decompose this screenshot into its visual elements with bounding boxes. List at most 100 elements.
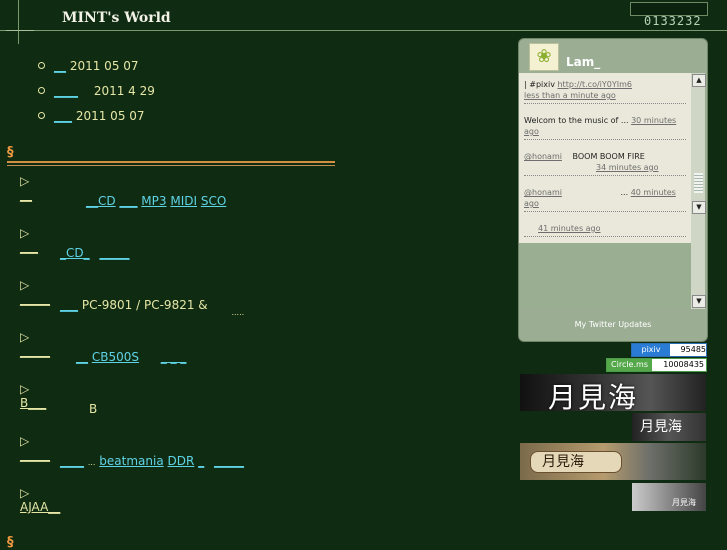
twitter-username[interactable]: Lam_ <box>566 55 600 69</box>
access-counter: 0133232 <box>644 14 702 28</box>
tweet-time[interactable]: 41 minutes ago <box>538 224 601 233</box>
scroll-up-icon[interactable]: ▲ <box>692 74 706 87</box>
banner-image[interactable]: 月見海 <box>632 483 706 511</box>
menu-item[interactable]: ▷B___ <box>20 382 46 410</box>
circlems-count: 10008435 <box>663 360 704 369</box>
circlems-label: Circle.ms <box>607 359 652 371</box>
tweet-text: Welcom to the music of ... <box>524 116 629 125</box>
submenu-dots: ..... <box>231 308 245 317</box>
submenu-link[interactable]: __CD <box>86 194 116 208</box>
tweet-list: | #pixiv http://t.co/iY0YIm6 less than a… <box>519 73 691 243</box>
section-divider <box>7 161 335 163</box>
menu-item-label[interactable]: _____ <box>20 344 50 358</box>
submenu-link[interactable]: MP3 <box>141 194 166 208</box>
submenu-link[interactable]: _CD_ <box>60 246 90 260</box>
submenu-link[interactable]: beatmania <box>99 454 163 468</box>
banner-image[interactable]: 月見海 <box>520 443 706 480</box>
menu-item-label[interactable]: _____ <box>20 292 50 306</box>
tweet-time[interactable]: less than a minute ago <box>524 91 616 100</box>
submenu-link[interactable]: MIDI <box>170 194 197 208</box>
submenu-row: _CD_ _____ <box>60 246 129 260</box>
triangle-icon: ▷ <box>20 434 30 448</box>
header-rule-cross <box>6 30 34 31</box>
banner-image[interactable]: 月見海 <box>632 413 706 441</box>
avatar[interactable]: ❀ <box>529 43 559 71</box>
menu-item-label[interactable]: AJAA__ <box>20 500 60 514</box>
menu-item-label[interactable]: __ <box>20 188 32 202</box>
pixiv-badge[interactable]: pixiv 95485 <box>631 343 707 357</box>
submenu-link[interactable]: _____ <box>214 454 244 468</box>
scroll-thumb[interactable] <box>694 173 703 193</box>
menu-item[interactable]: ▷_____ <box>20 330 50 358</box>
twitter-header: ❀ Lam_ <box>519 39 707 73</box>
header-rule <box>0 30 727 31</box>
submenu-row: ___ PC-9801 / PC-9821 & ..... <box>60 298 244 317</box>
submenu-link[interactable]: SCO <box>201 194 226 208</box>
scroll-down-icon[interactable]: ▼ <box>692 201 706 214</box>
triangle-icon: ▷ <box>20 330 30 344</box>
tweet-item: @honami BOOM BOOM FIRE 34 minutes ago <box>524 151 686 176</box>
menu-item[interactable]: ▷AJAA__ <box>20 486 60 514</box>
menu-item[interactable]: ▷__ <box>20 174 34 202</box>
menu-item-label[interactable]: B___ <box>20 396 46 410</box>
twitter-lower-area <box>519 243 691 309</box>
tweet-text: BOOM BOOM FIRE <box>572 152 645 161</box>
news-item: ____ 2011 4 29 <box>38 81 155 106</box>
circlems-badge[interactable]: Circle.ms 10008435 <box>606 358 707 372</box>
menu-item-label[interactable]: _____ <box>20 448 50 462</box>
pixiv-count: 95485 <box>680 345 706 354</box>
banner-title: 月見海 <box>640 419 682 435</box>
submenu-text: PC-9801 / PC-9821 & <box>81 298 208 312</box>
submenu-link[interactable]: _____ <box>99 246 129 260</box>
tweet-item: | #pixiv http://t.co/iY0YIm6 less than a… <box>524 79 686 104</box>
banner-image[interactable]: 月見海 <box>520 374 706 411</box>
tweet-item: @honami ... 40 minutes ago <box>524 187 686 212</box>
submenu-link[interactable]: ___ <box>119 194 137 208</box>
news-link[interactable]: ___ <box>54 109 72 123</box>
tweet-scrollbar[interactable]: ▲ ▼ ▼ <box>691 73 706 309</box>
bullet-icon <box>38 112 45 119</box>
triangle-icon: ▷ <box>20 382 30 396</box>
submenu-text: B <box>89 402 98 416</box>
menu-item[interactable]: ▷_____ <box>20 434 50 462</box>
submenu-row: __CD ___ MP3 MIDI SCO <box>86 194 226 208</box>
submenu-row: B <box>89 402 97 416</box>
submenu-link[interactable]: __ <box>76 350 88 364</box>
submenu-link[interactable]: DDR <box>168 454 195 468</box>
header-vertical-rule <box>18 0 19 44</box>
scroll-down-icon[interactable]: ▼ <box>692 295 706 308</box>
section-divider-thin <box>7 165 335 166</box>
bullet-icon <box>38 62 45 69</box>
submenu-link[interactable]: CB500S <box>92 350 139 364</box>
news-item: ___ 2011 05 07 <box>38 106 155 131</box>
tweet-text: | #pixiv <box>524 80 555 89</box>
banner-title: 月見海 <box>542 454 584 470</box>
menu-item[interactable]: ▷___ <box>20 226 38 254</box>
submenu-row: __ CB500S _ _ _ <box>76 350 186 364</box>
tweet-item: 41 minutes ago <box>524 223 686 237</box>
banner-title: 月見海 <box>548 381 639 411</box>
submenu-link[interactable]: ____ <box>60 454 84 468</box>
news-list: __ 2011 05 07 ____ 2011 4 29 ___ 2011 05… <box>38 56 155 131</box>
twitter-footer[interactable]: My Twitter Updates <box>519 311 707 339</box>
tweet-mention[interactable]: @honami <box>524 188 562 197</box>
submenu-link[interactable]: _ _ _ <box>161 350 187 364</box>
menu-item-label[interactable]: ___ <box>20 240 38 254</box>
news-date: 2011 05 07 <box>75 109 145 123</box>
submenu-link[interactable]: _ <box>198 454 204 468</box>
tweet-mention[interactable]: @honami <box>524 152 562 161</box>
tweet-link[interactable]: http://t.co/iY0YIm6 <box>557 80 632 89</box>
site-title: MINT's World <box>62 10 171 26</box>
news-link[interactable]: ____ <box>54 84 78 98</box>
banner-title: 月見海 <box>672 498 696 507</box>
triangle-icon: ▷ <box>20 174 30 188</box>
triangle-icon: ▷ <box>20 226 30 240</box>
triangle-icon: ▷ <box>20 486 30 500</box>
submenu-row: ____ ... beatmania DDR _ _____ <box>60 454 244 468</box>
menu-item[interactable]: ▷_____ <box>20 278 50 306</box>
submenu-link[interactable]: ___ <box>60 298 78 312</box>
tweet-time[interactable]: 34 minutes ago <box>596 163 659 172</box>
news-link[interactable]: __ <box>54 59 66 73</box>
tweet-text: ... <box>620 188 629 197</box>
news-date: 2011 4 29 <box>93 84 155 98</box>
